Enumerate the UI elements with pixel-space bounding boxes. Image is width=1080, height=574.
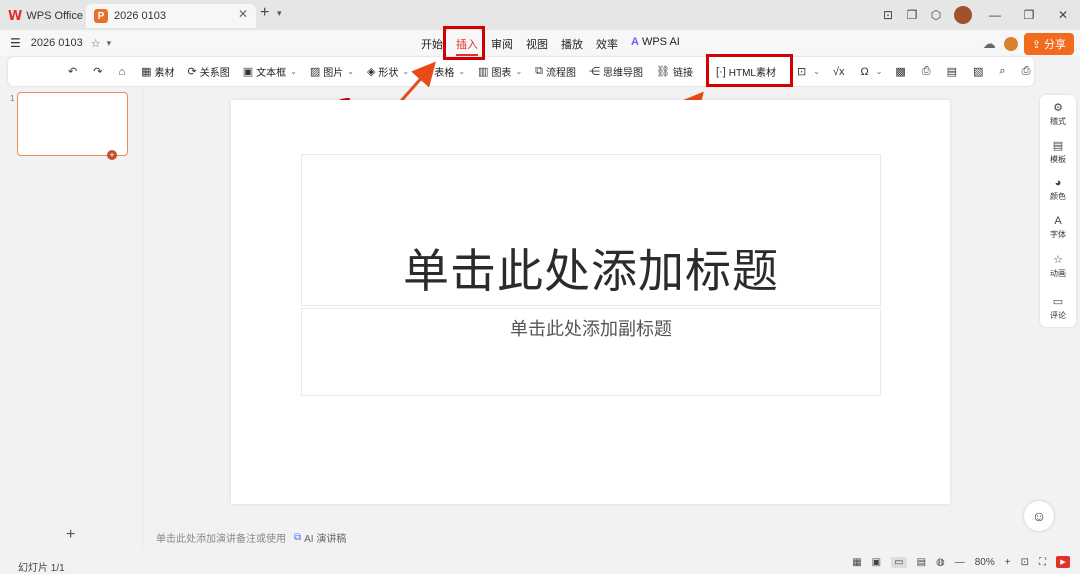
status-right-controls: ▦ ▣ ▭ ▤ ◍ — 80% + ⊡ ⛶ ▶ <box>842 556 1070 568</box>
side-item-comment-label: 评论 <box>1050 311 1066 320</box>
slide-count: 幻灯片 1/1 <box>18 563 65 574</box>
comment-icon: ▭ <box>1052 296 1064 308</box>
grid-view-icon[interactable]: ▦ <box>852 557 861 568</box>
template-icon: ▤ <box>1052 140 1064 152</box>
subtitle-placeholder-text: 单击此处添加副标题 <box>510 319 672 340</box>
side-item-font-label: 字体 <box>1050 230 1066 239</box>
zoom-in-button[interactable]: + <box>1005 557 1011 568</box>
add-after-icon[interactable]: + <box>107 150 117 160</box>
title-placeholder[interactable]: 单击此处添加标题 <box>301 154 881 306</box>
fullscreen-icon[interactable]: ⛶ <box>1039 557 1046 568</box>
side-item-template-label: 模板 <box>1050 155 1066 164</box>
side-item-color-label: 颜色 <box>1050 192 1066 201</box>
font-icon: A <box>1054 215 1062 227</box>
side-item-animation-label: 动画 <box>1050 269 1066 278</box>
add-slide-button[interactable]: + <box>66 526 75 544</box>
gear-icon: ⚙ <box>1053 102 1063 114</box>
notes-placeholder: 单击此处添加演讲备注或使用 <box>156 534 286 545</box>
subtitle-placeholder[interactable]: 单击此处添加副标题 <box>301 308 881 396</box>
notes-area[interactable]: 单击此处添加演讲备注或使用 ⧉ AI 演讲稿 <box>156 530 346 545</box>
palette-icon: ◕ <box>1054 177 1062 189</box>
slide-view-icon[interactable]: ▭ <box>891 556 907 568</box>
ai-icon: ⧉ <box>294 532 302 543</box>
slide-thumbnail[interactable] <box>17 92 128 156</box>
assistant-button[interactable]: ☺ <box>1024 501 1054 531</box>
normal-view-icon[interactable]: ▣ <box>872 557 881 568</box>
ai-notes-label: AI 演讲稿 <box>304 534 347 545</box>
right-side-panel: ⚙ 稽式 ▤ 模板 ◕ 颜色 A 字体 ☆ 动画 ▭ 评论 <box>1040 95 1076 327</box>
star-icon: ☆ <box>1053 254 1063 266</box>
thumbnail-number: 1 <box>10 94 15 103</box>
play-icon[interactable]: ▶ <box>1056 556 1070 568</box>
side-item-style[interactable]: ⚙ 稽式 <box>1040 101 1076 127</box>
side-item-color[interactable]: ◕ 颜色 <box>1040 177 1076 202</box>
zoom-level[interactable]: 80% <box>975 557 995 568</box>
panel-divider <box>142 88 143 548</box>
reading-view-icon[interactable]: ▤ <box>917 557 926 568</box>
zoom-out-button[interactable]: — <box>955 557 965 568</box>
assistant-icon: ☺ <box>1031 508 1047 524</box>
side-item-font[interactable]: A 字体 <box>1040 215 1076 240</box>
fit-icon[interactable]: ⊡ <box>1021 557 1029 568</box>
title-placeholder-text: 单击此处添加标题 <box>403 244 779 298</box>
side-item-comment[interactable]: ▭ 评论 <box>1040 295 1076 321</box>
theme-icon[interactable]: ◍ <box>936 557 945 568</box>
ai-notes-button[interactable]: ⧉ AI 演讲稿 <box>294 530 346 545</box>
side-item-animation[interactable]: ☆ 动画 <box>1040 253 1076 279</box>
side-item-style-label: 稽式 <box>1050 117 1066 126</box>
side-item-template[interactable]: ▤ 模板 <box>1040 139 1076 165</box>
status-bar: 幻灯片 1/1 ▦ ▣ ▭ ▤ ◍ — 80% + ⊡ ⛶ ▶ <box>0 554 1080 574</box>
slide-canvas[interactable]: 单击此处添加标题 单击此处添加副标题 <box>231 100 950 504</box>
